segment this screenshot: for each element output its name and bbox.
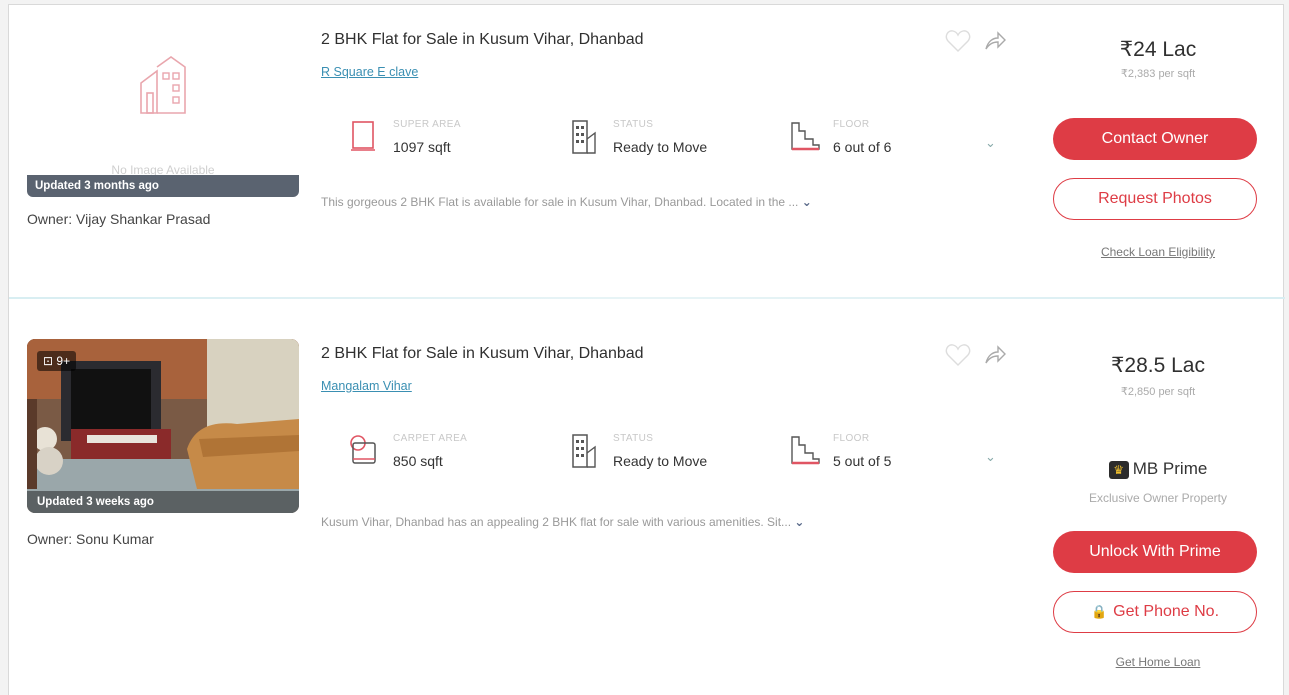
heart-icon[interactable] bbox=[945, 343, 971, 367]
property-card[interactable]: ⊡ 9+ Updated 3 weeks ago Owner: Sonu Kum… bbox=[9, 5, 1285, 669]
attr-value: 5 out of 5 bbox=[833, 453, 892, 469]
get-phone-number-button[interactable]: 🔒 Get Phone No. bbox=[1053, 591, 1257, 633]
gallery-icon: ⊡ bbox=[43, 354, 57, 368]
property-photo[interactable]: ⊡ 9+ Updated 3 weeks ago bbox=[27, 339, 299, 513]
prime-text: MB Prime bbox=[1132, 459, 1208, 478]
listing-results: No Image Available Updated 3 months ago … bbox=[8, 4, 1285, 695]
building-status-icon bbox=[572, 434, 596, 468]
status-attr: STATUS Ready to Move bbox=[569, 433, 759, 477]
expand-chevron-icon[interactable]: ⌄ bbox=[794, 515, 804, 529]
floor-stairs-icon bbox=[791, 436, 820, 465]
get-home-loan-link[interactable]: Get Home Loan bbox=[1053, 655, 1263, 669]
card-actions bbox=[945, 343, 1007, 369]
price-per-sqft: ₹2,850 per sqft bbox=[1120, 386, 1196, 398]
attr-label: CARPET AREA bbox=[393, 433, 468, 444]
mb-prime-label: ♛ MB Prime bbox=[1053, 459, 1263, 479]
project-link[interactable]: Mangalam Vihar bbox=[321, 379, 412, 393]
listing-title[interactable]: 2 BHK Flat for Sale in Kusum Vihar, Dhan… bbox=[321, 345, 644, 363]
updated-badge: Updated 3 weeks ago bbox=[27, 491, 299, 513]
price: ₹28.5 Lac bbox=[1111, 354, 1205, 377]
attr-value: 850 sqft bbox=[393, 453, 443, 469]
carpet-area-attr: CARPET AREA 850 sqft bbox=[349, 433, 529, 477]
photo-count: 9+ bbox=[56, 354, 71, 368]
listing-description[interactable]: Kusum Vihar, Dhanbad has an appealing 2 … bbox=[321, 515, 1001, 529]
photo-count-badge[interactable]: ⊡ 9+ bbox=[37, 351, 77, 371]
chevron-down-icon[interactable]: ⌄ bbox=[985, 449, 996, 465]
lock-icon: 🔒 bbox=[1090, 604, 1108, 619]
attr-label: FLOOR bbox=[833, 433, 870, 444]
description-text: Kusum Vihar, Dhanbad has an appealing 2 … bbox=[321, 515, 792, 529]
prime-subtitle: Exclusive Owner Property bbox=[1088, 491, 1228, 505]
share-icon[interactable] bbox=[983, 343, 1007, 367]
attr-label: STATUS bbox=[613, 433, 654, 444]
attr-value: Ready to Move bbox=[613, 453, 708, 469]
button-label: Get Phone No. bbox=[1113, 603, 1220, 620]
carpet-icon bbox=[350, 435, 376, 464]
owner-name: Owner: Sonu Kumar bbox=[27, 531, 154, 547]
crown-icon: ♛ bbox=[1108, 460, 1129, 479]
unlock-with-prime-button[interactable]: Unlock With Prime bbox=[1053, 531, 1257, 573]
floor-attr: FLOOR 5 out of 5 bbox=[789, 433, 949, 477]
